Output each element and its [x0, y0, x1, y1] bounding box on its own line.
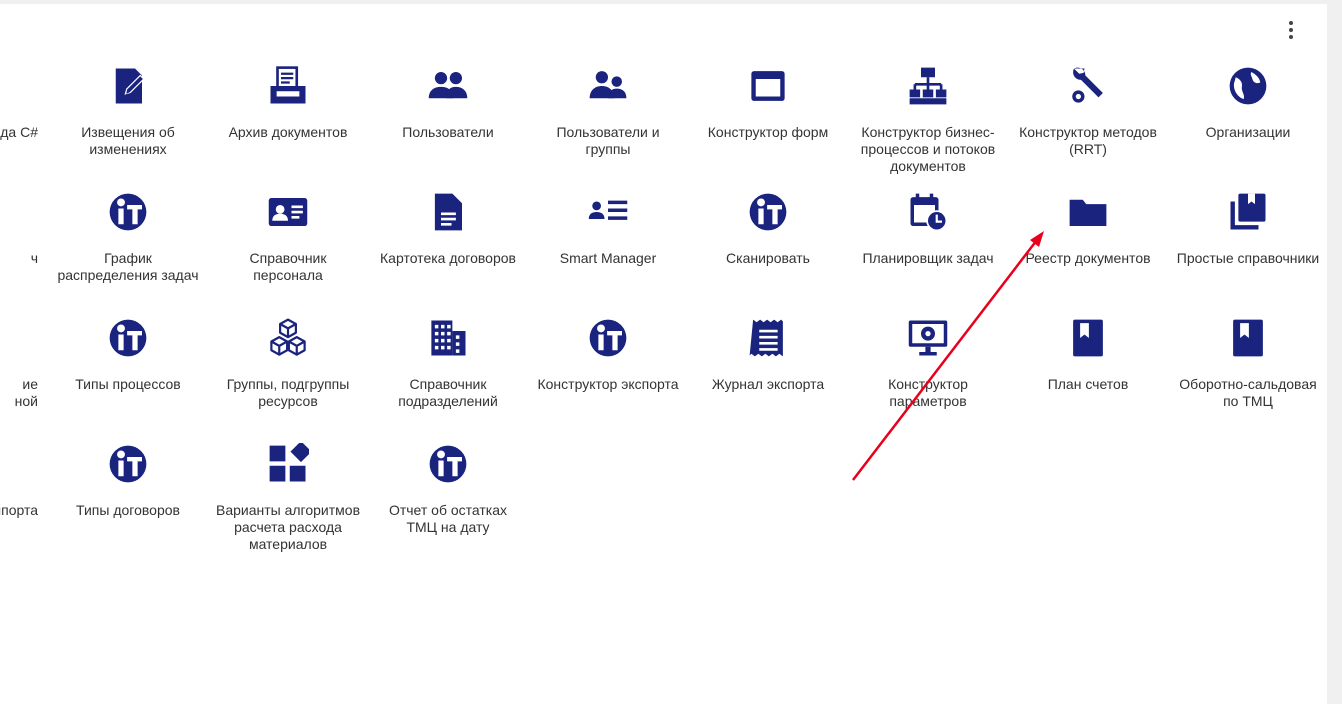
- app-tile[interactable]: Группы, подгруппы ресурсов: [213, 316, 363, 436]
- widgets-icon: [266, 442, 310, 486]
- app-tile[interactable]: Конструктор методов (RRT): [1013, 64, 1163, 184]
- app-tile[interactable]: Извещения об изменениях: [53, 64, 203, 184]
- tile-label: да C#: [0, 124, 38, 140]
- tile-label: Извещения об изменениях: [81, 124, 175, 157]
- app-tile[interactable]: Сканировать: [693, 190, 843, 310]
- app-tile[interactable]: График распределения задач: [53, 190, 203, 310]
- id-card-icon: [266, 190, 310, 234]
- tile-label: Справочник персонала: [249, 250, 327, 283]
- tile-label: Картотека договоров: [380, 250, 516, 266]
- folder-icon: [1066, 190, 1110, 234]
- tile-label: Сканировать: [726, 250, 810, 266]
- cubes-icon: [266, 316, 310, 360]
- it-logo-icon: [106, 316, 150, 360]
- app-tile[interactable]: Реестр документов: [1013, 190, 1163, 310]
- building-icon: [426, 316, 470, 360]
- app-tile-clipped[interactable]: да C#: [0, 64, 38, 184]
- app-tile[interactable]: Отчет об остатках ТМЦ на дату: [373, 442, 523, 562]
- window-icon: [746, 64, 790, 108]
- tile-label: Организации: [1205, 124, 1291, 140]
- books-icon: [1226, 190, 1270, 234]
- app-tile[interactable]: Пользователи и группы: [533, 64, 683, 184]
- tile-label: ч: [30, 250, 38, 266]
- app-tile[interactable]: Картотека договоров: [373, 190, 523, 310]
- tile-label: Конструктор методов (RRT): [1019, 124, 1157, 157]
- document-icon: [426, 190, 470, 234]
- tile-label: Простые справочники: [1176, 250, 1320, 266]
- app-tile-clipped[interactable]: ие ной: [0, 316, 38, 436]
- sitemap-icon: [906, 64, 950, 108]
- tile-label: Пользователи: [402, 124, 494, 140]
- users-icon: [426, 64, 470, 108]
- app-tile[interactable]: Типы договоров: [53, 442, 203, 562]
- app-tile-clipped[interactable]: нпорта: [0, 442, 38, 562]
- tile-label: Группы, подгруппы ресурсов: [226, 376, 350, 409]
- app-tile[interactable]: Конструктор форм: [693, 64, 843, 184]
- it-logo-icon: [106, 190, 150, 234]
- app-tile[interactable]: Smart Manager: [533, 190, 683, 310]
- app-tile[interactable]: Организации: [1173, 64, 1323, 184]
- scrollbar[interactable]: [1327, 4, 1342, 704]
- app-tile[interactable]: Архив документов: [213, 64, 363, 184]
- tile-label: Пользователи и группы: [556, 124, 660, 157]
- app-tile[interactable]: Планировщик задач: [853, 190, 1003, 310]
- tile-label: Типы процессов: [75, 376, 181, 392]
- receipt-icon: [746, 316, 790, 360]
- app-tile[interactable]: Справочник персонала: [213, 190, 363, 310]
- bookmark-book-icon: [1226, 316, 1270, 360]
- tile-label: Варианты алгоритмов расчета расхода мате…: [215, 502, 361, 552]
- wrench-gear-icon: [1066, 64, 1110, 108]
- it-logo-icon: [586, 316, 630, 360]
- tile-label: Конструктор форм: [707, 124, 829, 140]
- tile-label: Отчет об остатках ТМЦ на дату: [388, 502, 508, 535]
- tile-label: Типы договоров: [76, 502, 180, 518]
- tile-label: Smart Manager: [559, 250, 657, 266]
- it-logo-icon: [106, 442, 150, 486]
- tile-label: Справочник подразделений: [398, 376, 498, 409]
- app-tile[interactable]: Типы процессов: [53, 316, 203, 436]
- tile-label: ие ной: [14, 376, 38, 409]
- tile-label: Планировщик задач: [862, 250, 994, 266]
- more-vert-icon[interactable]: [1280, 18, 1302, 42]
- app-tile[interactable]: Журнал экспорта: [693, 316, 843, 436]
- bookmark-book-icon: [1066, 316, 1110, 360]
- launcher-panel: да C# ч ие ной нпорта Извещения об изменения…: [0, 4, 1327, 704]
- calendar-clock-icon: [906, 190, 950, 234]
- tile-label: Журнал экспорта: [711, 376, 825, 392]
- tile-label: Архив документов: [228, 124, 348, 140]
- app-tile-clipped[interactable]: ч: [0, 190, 38, 310]
- app-tile[interactable]: Конструктор параметров: [853, 316, 1003, 436]
- edit-document-icon: [106, 64, 150, 108]
- archive-printer-icon: [266, 64, 310, 108]
- globe-icon: [1226, 64, 1270, 108]
- app-tile[interactable]: Варианты алгоритмов расчета расхода мате…: [213, 442, 363, 562]
- app-tile[interactable]: Справочник подразделений: [373, 316, 523, 436]
- tile-label: Конструктор параметров: [888, 376, 968, 409]
- app-tile[interactable]: Простые справочники: [1173, 190, 1323, 310]
- tile-label: Реестр документов: [1025, 250, 1151, 266]
- it-logo-icon: [426, 442, 470, 486]
- app-tile[interactable]: План счетов: [1013, 316, 1163, 436]
- it-logo-icon: [746, 190, 790, 234]
- app-tile[interactable]: Конструктор бизнес-процессов и потоков д…: [853, 64, 1003, 184]
- tile-label: нпорта: [0, 502, 38, 518]
- tile-label: Конструктор экспорта: [537, 376, 679, 392]
- tile-label: График распределения задач: [57, 250, 199, 283]
- app-tile[interactable]: Пользователи: [373, 64, 523, 184]
- monitor-gear-icon: [906, 316, 950, 360]
- tile-label: Оборотно-сальдовая по ТМЦ: [1179, 376, 1317, 409]
- tile-label: План счетов: [1047, 376, 1129, 392]
- app-tile[interactable]: Оборотно-сальдовая по ТМЦ: [1173, 316, 1323, 436]
- person-list-icon: [586, 190, 630, 234]
- users-groups-icon: [586, 64, 630, 108]
- tile-label: Конструктор бизнес-процессов и потоков д…: [860, 124, 996, 174]
- app-tile[interactable]: Конструктор экспорта: [533, 316, 683, 436]
